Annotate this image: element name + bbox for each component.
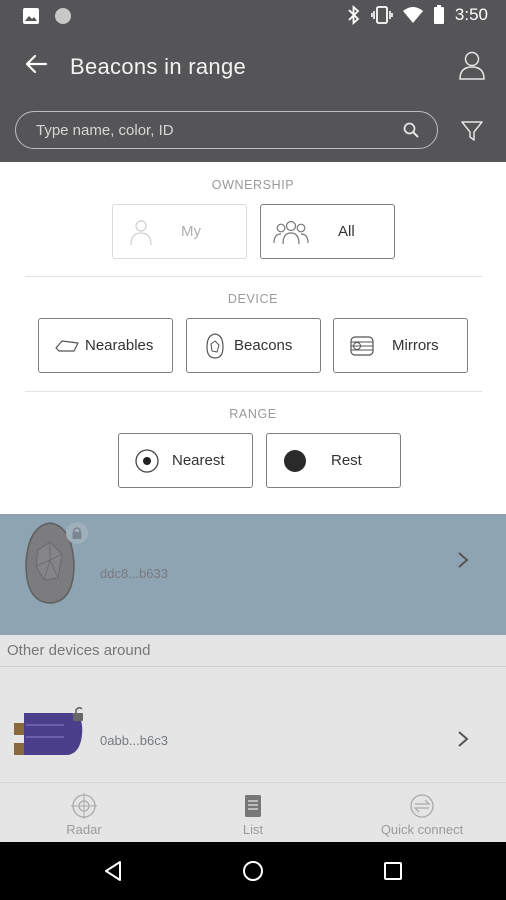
app-bar: Beacons in range — [0, 32, 506, 162]
back-triangle-icon[interactable] — [102, 860, 124, 882]
status-time: 3:50 — [454, 5, 488, 24]
device-beacons-label: Beacons — [234, 337, 293, 354]
device-id: ddc8...b633 — [100, 566, 168, 581]
nav-quick-connect-label: Quick connect — [380, 822, 464, 837]
system-nav-bar — [0, 842, 506, 900]
device-beacons-button[interactable]: Beacons — [186, 318, 321, 373]
filter-icon[interactable] — [460, 119, 484, 143]
page-title: Beacons in range — [70, 54, 247, 79]
range-rest-label: Rest — [331, 452, 362, 469]
radio-target-icon — [135, 449, 159, 473]
search-icon[interactable] — [403, 122, 419, 138]
nav-quick-connect[interactable]: Quick connect — [338, 783, 506, 843]
circle-icon — [55, 8, 71, 24]
list-icon — [245, 795, 261, 817]
filled-dot-icon — [284, 450, 306, 472]
ownership-all-button[interactable]: All — [260, 204, 395, 259]
ownership-my-label: My — [181, 223, 201, 240]
list-item[interactable]: ddc8...b633 — [0, 514, 506, 635]
other-devices-header: Other devices around — [7, 642, 151, 659]
quick-connect-icon — [410, 794, 434, 818]
ownership-all-label: All — [338, 223, 355, 240]
search-input[interactable] — [36, 118, 396, 142]
device-mirrors-button[interactable]: Mirrors — [333, 318, 468, 373]
filter-panel: OWNERSHIP My All DEVICE Nearables Beacon… — [0, 162, 506, 514]
home-circle-icon[interactable] — [242, 860, 264, 882]
radar-icon — [71, 793, 97, 819]
ownership-label: OWNERSHIP — [211, 178, 295, 192]
device-nearables-button[interactable]: Nearables — [38, 318, 173, 373]
device-mirrors-label: Mirrors — [392, 337, 439, 354]
device-nearables-label: Nearables — [85, 337, 154, 354]
device-list: ddc8...b633 Other devices around 0abb...… — [0, 514, 506, 782]
search-box — [15, 111, 438, 149]
nav-radar-label: Radar — [66, 822, 102, 837]
nav-list-label: List — [242, 822, 264, 837]
back-arrow-icon[interactable] — [22, 50, 50, 78]
mirror-icon — [350, 336, 374, 356]
range-label: RANGE — [229, 407, 277, 421]
nearable-icon — [55, 340, 79, 352]
lock-icon — [66, 522, 88, 544]
list-item[interactable]: 0abb...b6c3 — [0, 666, 506, 782]
profile-icon[interactable] — [458, 50, 486, 80]
battery-icon — [433, 5, 444, 24]
status-bar: 3:50 — [0, 0, 506, 32]
chevron-right-icon — [458, 552, 469, 568]
person-icon — [130, 220, 152, 246]
nav-list[interactable]: List — [169, 783, 337, 843]
device-label: DEVICE — [227, 292, 279, 306]
unlock-icon — [73, 706, 83, 721]
beacon-icon — [206, 333, 224, 359]
chevron-right-icon — [458, 731, 469, 747]
image-icon — [23, 8, 39, 24]
recents-square-icon[interactable] — [382, 860, 404, 882]
people-group-icon — [273, 220, 309, 245]
range-nearest-label: Nearest — [172, 452, 225, 469]
bottom-nav: Radar List Quick connect — [0, 782, 506, 842]
range-nearest-button[interactable]: Nearest — [118, 433, 253, 488]
device-id: 0abb...b6c3 — [100, 733, 168, 748]
divider — [25, 391, 482, 392]
divider — [25, 276, 482, 277]
bluetooth-icon — [348, 5, 360, 25]
ownership-my-button[interactable]: My — [112, 204, 247, 259]
range-rest-button[interactable]: Rest — [266, 433, 401, 488]
wifi-icon — [402, 7, 423, 23]
vibrate-icon — [371, 6, 393, 24]
group-header: Other devices around — [0, 635, 506, 666]
nav-radar[interactable]: Radar — [0, 783, 168, 843]
